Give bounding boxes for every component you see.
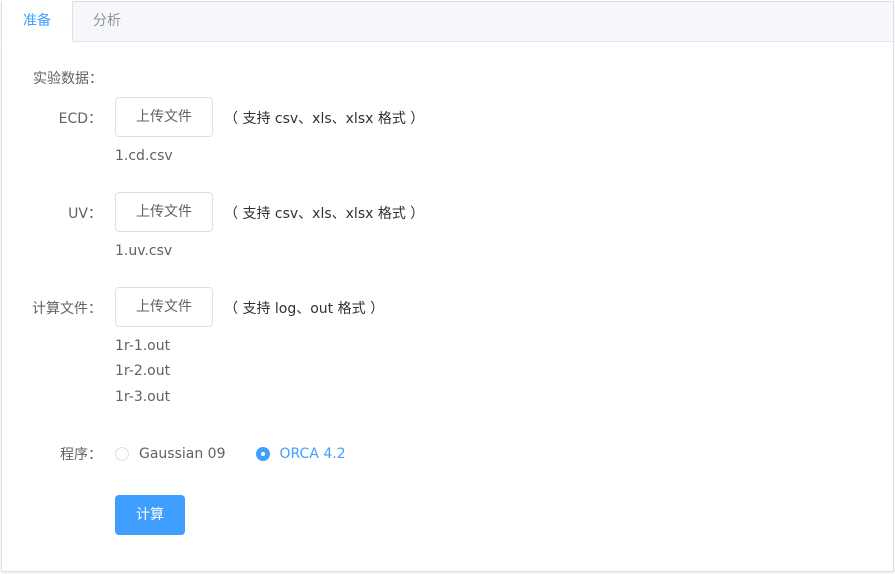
ecd-label: ECD：: [58, 111, 102, 127]
tab-prepare[interactable]: 准备: [1, 1, 73, 42]
calc-upload-button[interactable]: 上传文件: [115, 287, 213, 327]
radio-orca-label[interactable]: ORCA 4.2: [280, 446, 346, 462]
uv-upload-button[interactable]: 上传文件: [115, 192, 213, 232]
ecd-file-item[interactable]: 1.cd.csv: [115, 148, 173, 164]
calc-file-item[interactable]: 1r-3.out: [115, 389, 170, 405]
tab-analysis[interactable]: 分析: [73, 1, 141, 42]
compute-button[interactable]: 计算: [115, 495, 185, 535]
radio-unchecked-icon[interactable]: [115, 447, 129, 461]
calc-file-label: 计算文件：: [32, 301, 102, 317]
ecd-upload-button[interactable]: 上传文件: [115, 97, 213, 137]
tab-bar: 准备 分析: [1, 1, 893, 42]
uv-label: UV：: [68, 206, 102, 222]
radio-orca[interactable]: ORCA 4.2: [255, 446, 346, 462]
program-radio-group: Gaussian 09 ORCA 4.2: [115, 444, 376, 464]
radio-checked-icon[interactable]: [255, 447, 270, 461]
uv-file-item[interactable]: 1.uv.csv: [115, 243, 172, 259]
ecd-format-hint: （ 支持 csv、xls、xlsx 格式 ）: [224, 111, 425, 127]
calc-format-hint: （ 支持 log、out 格式 ）: [224, 301, 385, 317]
uv-format-hint: （ 支持 csv、xls、xlsx 格式 ）: [224, 206, 425, 222]
calc-file-item[interactable]: 1r-1.out: [115, 338, 170, 354]
radio-gaussian[interactable]: Gaussian 09: [115, 446, 226, 462]
calc-file-item[interactable]: 1r-2.out: [115, 363, 170, 379]
radio-gaussian-label[interactable]: Gaussian 09: [139, 446, 226, 462]
section-title: 实验数据：: [33, 71, 103, 87]
panel-card: 准备 分析 实验数据： ECD： 上传文件 （ 支持 csv、xls、xlsx …: [1, 1, 894, 572]
program-label: 程序：: [60, 447, 102, 463]
